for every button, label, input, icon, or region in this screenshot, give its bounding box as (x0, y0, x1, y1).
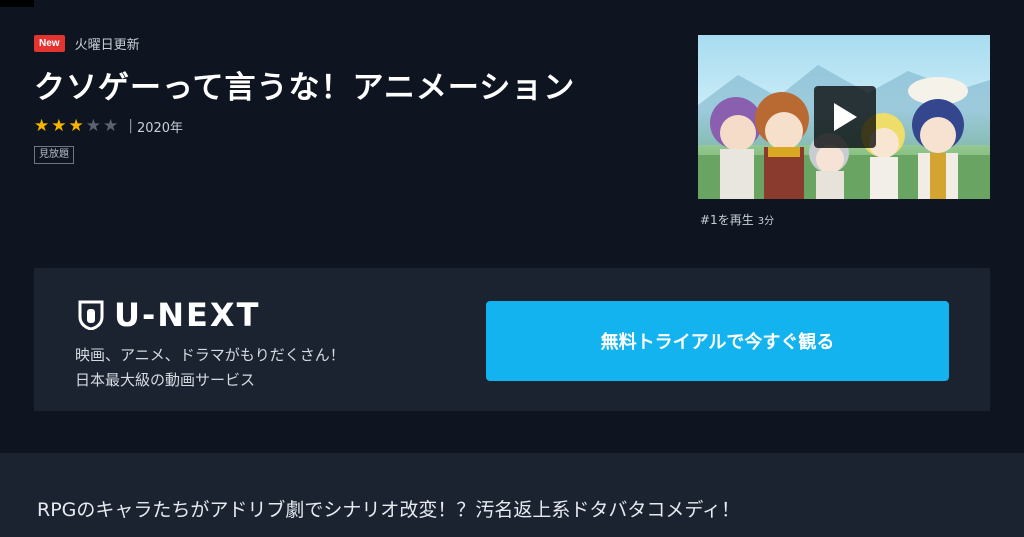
page-title: クソゲーって言うな！アニメーション (34, 70, 576, 106)
unlimited-tag: 見放題 (34, 146, 74, 164)
star-rating: ★ ★ ★ ★ ★ (34, 116, 120, 136)
episode-label: #1を再生 (700, 213, 754, 227)
synopsis-section: RPGのキャラたちがアドリブ劇でシナリオ改変！？汚名返上系ドタバタコメディ！ (0, 453, 1024, 537)
synopsis-text: RPGのキャラたちがアドリブ劇でシナリオ改変！？汚名返上系ドタバタコメディ！ (37, 499, 741, 521)
promo-tagline-1: 映画、アニメ、ドラマがもりだくさん！ (75, 346, 345, 364)
title-hero: New 火曜日更新 クソゲーって言うな！アニメーション ★ ★ ★ ★ ★ | 2020… (0, 0, 1024, 268)
episode-duration: 3分 (757, 216, 775, 227)
meta-row: New 火曜日更新 (34, 34, 140, 53)
release-year: 2020年 (136, 120, 184, 136)
promo-tagline-2: 日本最大級の動画サービス (75, 371, 256, 389)
brand-name: U-NEXT (114, 296, 261, 334)
unext-logo: U-NEXT (78, 296, 260, 334)
shield-icon (78, 300, 104, 330)
play-icon (834, 103, 857, 131)
separator: | (128, 118, 133, 134)
star-icon: ★ (68, 116, 84, 136)
update-schedule: 火曜日更新 (74, 38, 140, 53)
play-episode-link[interactable]: #1を再生 3分 (700, 211, 774, 228)
unext-promo: U-NEXT 映画、アニメ、ドラマがもりだくさん！ 日本最大級の動画サービス 無… (34, 268, 990, 411)
star-icon: ★ (34, 116, 50, 136)
rating-row: ★ ★ ★ ★ ★ | 2020年 (34, 116, 183, 136)
star-icon: ★ (85, 116, 101, 136)
star-icon: ★ (51, 116, 67, 136)
free-trial-button[interactable]: 無料トライアルで今すぐ観る (486, 301, 949, 381)
new-badge: New (34, 35, 65, 52)
play-button[interactable] (814, 86, 876, 148)
star-icon: ★ (103, 116, 119, 136)
